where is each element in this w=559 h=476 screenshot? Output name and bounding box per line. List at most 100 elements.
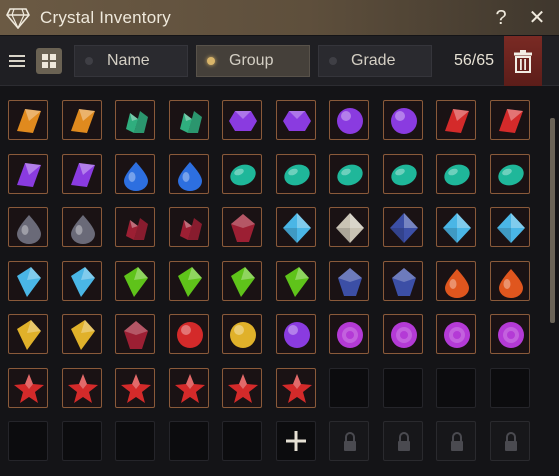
magenta-rose-crystal[interactable]: [329, 314, 369, 354]
grid-view-button[interactable]: [36, 47, 62, 74]
fire-drop-crystal[interactable]: [436, 261, 476, 301]
red-star-crystal[interactable]: [169, 368, 209, 408]
navy-diamond-icon: [390, 213, 418, 243]
red-shard-crystal[interactable]: [490, 100, 530, 140]
amber-shard-crystal[interactable]: [62, 100, 102, 140]
blue-drop-icon: [124, 162, 148, 191]
teal-oval-crystal[interactable]: [490, 154, 530, 194]
scrollbar[interactable]: [550, 118, 555, 323]
navy-gem-crystal[interactable]: [329, 261, 369, 301]
cyan-diamond-crystal[interactable]: [490, 207, 530, 247]
filter-label: Group: [229, 51, 274, 69]
violet-hex-crystal[interactable]: [276, 100, 316, 140]
filter-tab-name[interactable]: Name: [74, 44, 188, 77]
list-view-button[interactable]: [4, 48, 30, 74]
add-slot-button[interactable]: [276, 421, 316, 461]
violet-hex-icon: [229, 111, 257, 131]
smoke-drop-crystal[interactable]: [8, 207, 48, 247]
violet-hex-icon: [283, 111, 311, 131]
teal-oval-icon: [391, 164, 417, 186]
magenta-rose-crystal[interactable]: [436, 314, 476, 354]
empty-slot[interactable]: [169, 421, 209, 461]
filter-label: Name: [107, 51, 150, 69]
gold-kite-crystal[interactable]: [62, 314, 102, 354]
violet-shard-crystal[interactable]: [8, 154, 48, 194]
empty-slot[interactable]: [329, 368, 369, 408]
amber-shard-crystal[interactable]: [8, 100, 48, 140]
magenta-rose-crystal[interactable]: [383, 314, 423, 354]
cyan-kite-crystal[interactable]: [62, 261, 102, 301]
teal-oval-crystal[interactable]: [276, 154, 316, 194]
crimson-cluster-crystal[interactable]: [169, 207, 209, 247]
magenta-rose-icon: [337, 322, 363, 348]
teal-oval-crystal[interactable]: [383, 154, 423, 194]
help-button[interactable]: ?: [491, 8, 511, 28]
violet-orb-crystal[interactable]: [383, 100, 423, 140]
lime-kite-crystal[interactable]: [169, 261, 209, 301]
cyan-diamond-icon: [443, 213, 471, 243]
blue-drop-crystal[interactable]: [169, 154, 209, 194]
navy-diamond-crystal[interactable]: [383, 207, 423, 247]
lock-icon: [344, 432, 356, 451]
delete-button[interactable]: [504, 35, 543, 86]
empty-slot[interactable]: [383, 368, 423, 408]
grid-icon: [42, 53, 56, 68]
empty-slot[interactable]: [436, 368, 476, 408]
violet-shard-icon: [17, 163, 41, 187]
cyan-kite-crystal[interactable]: [8, 261, 48, 301]
blue-drop-crystal[interactable]: [115, 154, 155, 194]
fire-drop-crystal[interactable]: [490, 261, 530, 301]
magenta-rose-crystal[interactable]: [490, 314, 530, 354]
red-star-crystal[interactable]: [222, 368, 262, 408]
crimson-cluster-crystal[interactable]: [115, 207, 155, 247]
silver-diamond-icon: [336, 213, 364, 243]
red-shard-crystal[interactable]: [436, 100, 476, 140]
close-button[interactable]: ✕: [527, 8, 547, 28]
filter-label: Grade: [351, 51, 396, 69]
filter-tab-grade[interactable]: Grade: [318, 44, 432, 77]
red-orb-icon: [177, 322, 203, 348]
teal-oval-crystal[interactable]: [436, 154, 476, 194]
gold-orb-crystal[interactable]: [222, 314, 262, 354]
filter-tab-group[interactable]: Group: [196, 44, 310, 77]
title-bar[interactable]: Crystal Inventory ? ✕: [0, 0, 559, 35]
empty-slot[interactable]: [222, 421, 262, 461]
smoke-drop-crystal[interactable]: [62, 207, 102, 247]
teal-oval-crystal[interactable]: [222, 154, 262, 194]
violet-orb-crystal[interactable]: [276, 314, 316, 354]
teal-oval-crystal[interactable]: [329, 154, 369, 194]
green-cluster-crystal[interactable]: [115, 100, 155, 140]
lime-kite-icon: [178, 267, 202, 297]
empty-slot[interactable]: [115, 421, 155, 461]
crimson-gem-crystal[interactable]: [115, 314, 155, 354]
red-orb-crystal[interactable]: [169, 314, 209, 354]
violet-shard-crystal[interactable]: [62, 154, 102, 194]
empty-slot[interactable]: [8, 421, 48, 461]
lime-kite-crystal[interactable]: [115, 261, 155, 301]
gold-kite-crystal[interactable]: [8, 314, 48, 354]
cyan-diamond-crystal[interactable]: [276, 207, 316, 247]
crimson-gem-icon: [231, 214, 255, 242]
lime-kite-crystal[interactable]: [276, 261, 316, 301]
violet-hex-crystal[interactable]: [222, 100, 262, 140]
lime-kite-icon: [124, 267, 148, 297]
empty-slot[interactable]: [62, 421, 102, 461]
empty-slot[interactable]: [490, 368, 530, 408]
lime-kite-crystal[interactable]: [222, 261, 262, 301]
red-star-icon: [121, 374, 151, 403]
red-shard-icon: [445, 109, 469, 133]
navy-gem-crystal[interactable]: [383, 261, 423, 301]
crystal-grid: [8, 100, 548, 476]
red-star-crystal[interactable]: [276, 368, 316, 408]
lime-kite-icon: [285, 267, 309, 297]
amber-shard-icon: [71, 109, 95, 133]
green-cluster-crystal[interactable]: [169, 100, 209, 140]
crimson-gem-crystal[interactable]: [222, 207, 262, 247]
violet-orb-crystal[interactable]: [329, 100, 369, 140]
silver-diamond-crystal[interactable]: [329, 207, 369, 247]
cyan-diamond-crystal[interactable]: [436, 207, 476, 247]
red-star-crystal[interactable]: [62, 368, 102, 408]
red-star-crystal[interactable]: [8, 368, 48, 408]
radio-dot: [329, 56, 337, 65]
red-star-crystal[interactable]: [115, 368, 155, 408]
